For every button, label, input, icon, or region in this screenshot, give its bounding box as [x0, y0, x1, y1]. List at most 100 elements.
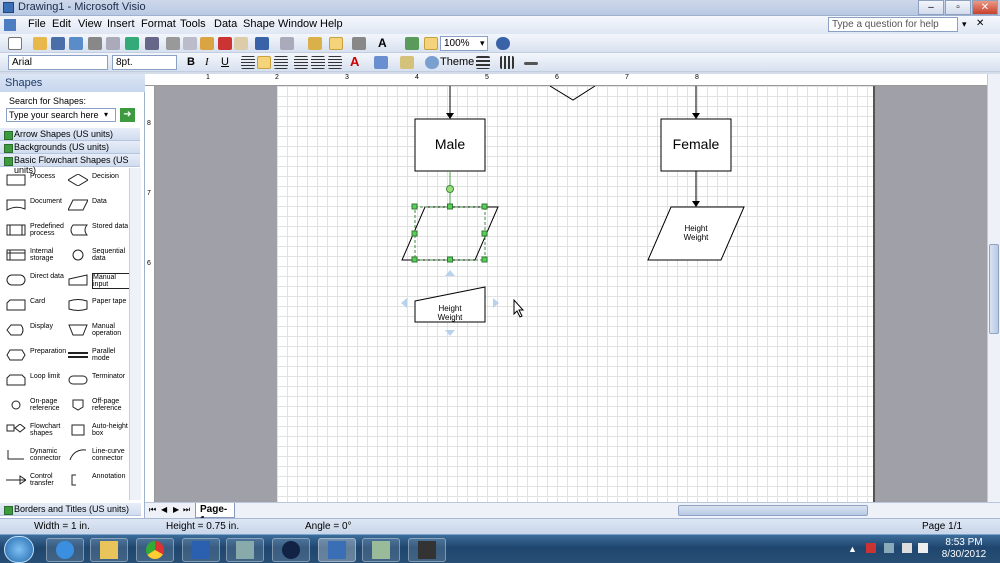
- search-go-button[interactable]: ➜: [120, 108, 135, 122]
- autoconnect-up-arrow[interactable]: [445, 270, 455, 276]
- theme-icon[interactable]: [425, 56, 439, 69]
- document-icon[interactable]: [4, 19, 16, 31]
- menu-insert[interactable]: Insert: [107, 18, 135, 30]
- shape-manual-input[interactable]: Manual input: [64, 269, 132, 293]
- redo-icon[interactable]: [280, 37, 294, 50]
- stencil-arrow-shapes[interactable]: Arrow Shapes (US units): [0, 128, 140, 141]
- rotation-handle[interactable]: [446, 185, 454, 193]
- shape-document[interactable]: Document: [2, 194, 70, 218]
- page-tab[interactable]: Page-1: [195, 503, 235, 526]
- tray-flag-icon[interactable]: [866, 543, 876, 553]
- search-dropdown-icon[interactable]: ▾: [104, 110, 108, 119]
- line-weight-icon[interactable]: [476, 56, 490, 69]
- taskbar-camera[interactable]: [408, 538, 446, 562]
- taskbar-app[interactable]: [226, 538, 264, 562]
- selection-handle[interactable]: [411, 256, 418, 263]
- tray-arrow-icon[interactable]: ▲: [848, 544, 857, 554]
- shape-search-input[interactable]: Type your search here: [6, 108, 116, 122]
- shapes-pane-scrollbar[interactable]: [129, 168, 141, 500]
- tray-network-icon[interactable]: [884, 543, 894, 553]
- stencil-borders-titles[interactable]: Borders and Titles (US units): [0, 503, 141, 516]
- shape-annotation[interactable]: Annotation: [64, 469, 132, 493]
- connector-tool-icon[interactable]: [352, 37, 366, 50]
- shape-sequential-data[interactable]: Sequential data: [64, 244, 132, 268]
- taskbar-globe[interactable]: [272, 538, 310, 562]
- horizontal-scroll-thumb[interactable]: [678, 505, 868, 516]
- autoconnect-left-arrow[interactable]: [401, 298, 407, 308]
- minimize-button[interactable]: –: [918, 0, 944, 15]
- last-page-icon[interactable]: ⏭: [183, 505, 190, 515]
- shape-direct-data[interactable]: Direct data: [2, 269, 70, 293]
- first-page-icon[interactable]: ⏮: [149, 505, 156, 515]
- selection-handle[interactable]: [411, 230, 418, 237]
- doc-close-icon[interactable]: ✕: [976, 18, 984, 29]
- taskbar-media[interactable]: [362, 538, 400, 562]
- selection-handle[interactable]: [481, 256, 488, 263]
- align-right-icon[interactable]: [274, 56, 288, 69]
- line-pattern-icon[interactable]: [500, 56, 514, 69]
- cut-icon[interactable]: [166, 37, 180, 50]
- drawing-page[interactable]: Male Female Height Weight Height Weight: [277, 86, 873, 502]
- shape-parallel-mode[interactable]: Parallel mode: [64, 344, 132, 368]
- shape-control-transfer[interactable]: Control transfer: [2, 469, 70, 493]
- decision-shape-partial[interactable]: [549, 86, 596, 101]
- selection-handle[interactable]: [481, 203, 488, 210]
- menu-help[interactable]: Help: [320, 18, 343, 30]
- copy-icon[interactable]: [183, 37, 197, 50]
- stencil-backgrounds[interactable]: Backgrounds (US units): [0, 141, 140, 154]
- shape-dynamic-connector[interactable]: Dynamic connector: [2, 444, 70, 468]
- print-preview-icon[interactable]: [106, 37, 120, 50]
- menu-format[interactable]: Format: [141, 18, 176, 30]
- shape-paper-tape[interactable]: Paper tape: [64, 294, 132, 318]
- paste-icon[interactable]: [200, 37, 214, 50]
- font-color-icon[interactable]: A: [350, 54, 359, 69]
- format-painter-icon[interactable]: [234, 37, 248, 50]
- align-left-icon[interactable]: [241, 56, 255, 69]
- menu-file[interactable]: File: [28, 18, 46, 30]
- shape-flowchart-shapes[interactable]: Flowchart shapes: [2, 419, 70, 443]
- shape-decision[interactable]: Decision: [64, 169, 132, 193]
- font-size-select[interactable]: 8pt.: [112, 55, 177, 70]
- taskbar-ie[interactable]: [46, 538, 84, 562]
- taskbar-word[interactable]: [182, 538, 220, 562]
- shape-off-page-reference[interactable]: Off-page reference: [64, 394, 132, 418]
- pan-zoom-icon[interactable]: [424, 37, 438, 50]
- visio-app-icon[interactable]: [3, 2, 14, 13]
- text-tool-icon[interactable]: A: [378, 36, 387, 50]
- delete-icon[interactable]: [218, 37, 232, 50]
- research-icon[interactable]: [145, 37, 159, 50]
- print-icon[interactable]: [88, 37, 102, 50]
- tray-display-icon[interactable]: [902, 543, 912, 553]
- next-page-icon[interactable]: ▶: [173, 505, 179, 514]
- permission-icon[interactable]: [69, 37, 83, 50]
- bold-button[interactable]: B: [187, 56, 195, 68]
- menu-tools[interactable]: Tools: [180, 18, 206, 30]
- undo-icon[interactable]: [255, 37, 269, 50]
- menu-window[interactable]: Window: [278, 18, 317, 30]
- align-middle-icon[interactable]: [311, 56, 325, 69]
- align-bottom-icon[interactable]: [328, 56, 342, 69]
- shape-stored-data[interactable]: Stored data: [64, 219, 132, 243]
- shape-manual-operation[interactable]: Manual operation: [64, 319, 132, 343]
- clock[interactable]: 8:53 PM 8/30/2012: [936, 537, 992, 561]
- close-button[interactable]: ✕: [972, 0, 998, 15]
- help-icon[interactable]: [496, 37, 510, 50]
- start-button[interactable]: [4, 536, 34, 563]
- stencil-basic-flowchart[interactable]: Basic Flowchart Shapes (US units): [0, 154, 140, 175]
- line-color-icon[interactable]: [374, 56, 388, 69]
- taskbar-chrome[interactable]: [136, 538, 174, 562]
- selection-handle[interactable]: [447, 256, 453, 263]
- shape-predefined-process[interactable]: Predefined process: [2, 219, 70, 243]
- theme-button[interactable]: Theme: [440, 56, 474, 68]
- help-search-input[interactable]: Type a question for help: [828, 17, 958, 32]
- selection-handle[interactable]: [481, 230, 488, 237]
- menu-data[interactable]: Data: [214, 18, 237, 30]
- connection-point-icon[interactable]: [405, 37, 419, 50]
- menu-edit[interactable]: Edit: [52, 18, 71, 30]
- shape-auto-height-box[interactable]: Auto-height box: [64, 419, 132, 443]
- shape-internal-storage[interactable]: Internal storage: [2, 244, 70, 268]
- italic-button[interactable]: I: [205, 56, 209, 68]
- taskbar-visio[interactable]: [318, 538, 356, 562]
- autoconnect-right-arrow[interactable]: [493, 298, 499, 308]
- shape-process[interactable]: Process: [2, 169, 70, 193]
